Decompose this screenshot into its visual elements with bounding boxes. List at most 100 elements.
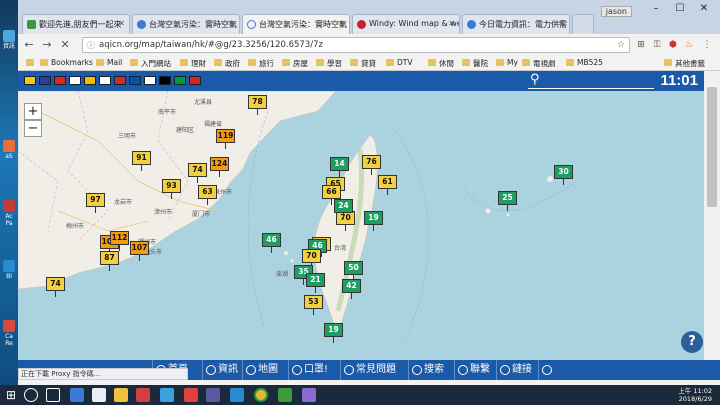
language-flag-es[interactable] <box>84 76 96 85</box>
flame-extension-icon[interactable]: ♨ <box>684 40 694 50</box>
key-icon[interactable]: ⚿ <box>652 40 662 50</box>
browser-tab[interactable]: 台灣空氣污染：實時空氣 ✕ <box>132 14 240 34</box>
browser-tab[interactable]: Windy: Wind map & we ✕ <box>352 14 460 34</box>
address-bar[interactable]: ⓘ aqicn.org/map/taiwan/hk/#@g/23.3256/12… <box>82 37 630 53</box>
close-tab-icon[interactable]: ✕ <box>338 19 345 28</box>
app-icon[interactable] <box>278 388 292 402</box>
aqi-station-marker[interactable]: 91 <box>132 151 151 171</box>
bookmark-item[interactable]: 醫院 <box>462 58 488 69</box>
bookmark-item[interactable]: Mail <box>96 58 122 67</box>
language-flag-fr[interactable] <box>129 76 141 85</box>
nav-info-button[interactable]: 資訊 <box>202 360 238 380</box>
nav-contact-button[interactable]: 聯繫 <box>454 360 490 380</box>
nav-links-button[interactable]: 鏈接 <box>496 360 532 380</box>
close-tab-icon[interactable]: ✕ <box>118 19 125 28</box>
bookmark-item[interactable]: 學習 <box>316 58 342 69</box>
bookmark-item[interactable]: 貸貸 <box>350 58 376 69</box>
bookmark-item[interactable]: DTV <box>386 58 413 67</box>
aqi-station-marker[interactable]: 70 <box>336 211 355 231</box>
language-flag-de[interactable] <box>159 76 171 85</box>
bookmark-item[interactable]: 電視劇 <box>522 58 556 69</box>
store-icon[interactable] <box>136 388 150 402</box>
language-flag-kr[interactable] <box>99 76 111 85</box>
bookmark-item[interactable]: 其他書籤 <box>664 58 705 69</box>
aqi-station-marker[interactable]: 87 <box>100 251 119 271</box>
aqi-station-marker[interactable]: 63 <box>198 185 217 205</box>
stop-loading-icon[interactable]: ✕ <box>58 38 72 52</box>
bookmark-item[interactable]: Bookmarks <box>40 58 93 67</box>
browser-tab-active[interactable]: 台灣空氣污染：實時空氣 ✕ <box>242 14 350 34</box>
desktop-icon-4[interactable]: Bl <box>1 260 17 280</box>
desktop-icon-5[interactable]: Ca Re <box>1 320 17 347</box>
nav-faq-button[interactable]: 常見問題 <box>340 360 396 380</box>
bookmark-item[interactable]: 旅行 <box>248 58 274 69</box>
cast-icon[interactable]: ⊞ <box>636 40 646 50</box>
edge-browser-icon[interactable] <box>70 388 84 402</box>
browser-tab[interactable]: 歡迎先進,朋友們一起來 ✕ <box>22 14 130 34</box>
task-view-icon[interactable] <box>46 388 60 402</box>
bookmark-item[interactable]: 入門網站 <box>130 58 171 69</box>
bookmark-item[interactable]: 政府 <box>214 58 240 69</box>
aqi-station-marker[interactable]: 97 <box>86 193 105 213</box>
aqi-station-marker[interactable]: 25 <box>498 191 517 211</box>
app-icon[interactable] <box>184 388 198 402</box>
aqi-station-marker[interactable]: 74 <box>188 163 207 183</box>
close-tab-icon[interactable]: ✕ <box>558 19 565 28</box>
language-flag-pl[interactable] <box>144 76 156 85</box>
aqi-station-marker[interactable]: 119 <box>216 129 235 149</box>
bookmark-item[interactable]: 理財 <box>180 58 206 69</box>
minimize-icon[interactable]: – <box>644 2 668 16</box>
system-tray-clock[interactable]: 上午 11:02 2018/6/29 <box>678 387 712 403</box>
bookmark-item[interactable]: 房屋 <box>282 58 308 69</box>
aqi-station-marker[interactable]: 70 <box>302 249 321 269</box>
folder-icon[interactable] <box>114 388 128 402</box>
page-scrollbar[interactable] <box>704 71 720 360</box>
maximize-icon[interactable]: ☐ <box>668 2 692 16</box>
adblock-icon[interactable]: ⬢ <box>668 40 678 50</box>
aqi-station-marker[interactable]: 19 <box>364 211 383 231</box>
aqi-station-marker[interactable]: 30 <box>554 165 573 185</box>
file-explorer-icon[interactable] <box>92 388 106 402</box>
back-arrow-icon[interactable]: ← <box>22 38 36 52</box>
desktop-icon-1[interactable]: 資訊 <box>1 30 17 50</box>
aqi-station-marker[interactable]: 76 <box>362 155 381 175</box>
scrollbar-thumb[interactable] <box>707 87 717 207</box>
aqi-station-marker[interactable]: 78 <box>248 95 267 115</box>
aqi-station-marker[interactable]: 66 <box>322 185 341 205</box>
close-window-icon[interactable]: ✕ <box>692 2 716 16</box>
search-icon[interactable] <box>24 388 38 402</box>
start-menu-icon[interactable]: ⊞ <box>4 388 18 402</box>
language-flag-vn[interactable] <box>189 76 201 85</box>
language-flag-zh[interactable] <box>54 76 66 85</box>
language-flag-br[interactable] <box>174 76 186 85</box>
help-button[interactable]: ? <box>681 331 703 353</box>
aqi-station-marker[interactable]: 124 <box>210 157 229 177</box>
profile-name[interactable]: jason <box>600 6 632 17</box>
city-search-input[interactable]: ⚲ <box>528 72 654 89</box>
aqi-station-marker[interactable]: 24 <box>334 199 353 219</box>
aqi-station-marker[interactable]: 50 <box>344 261 363 281</box>
info-icon[interactable]: ⓘ <box>87 40 95 51</box>
apps-grid-icon[interactable]: ▦ <box>26 58 35 67</box>
search-icon[interactable]: ⚲ <box>530 72 540 87</box>
desktop-icon-3[interactable]: Ac Pa <box>1 200 17 227</box>
language-flag-my[interactable] <box>24 76 36 85</box>
app-icon[interactable] <box>230 388 244 402</box>
app-icon[interactable] <box>206 388 220 402</box>
aqi-station-marker[interactable]: 53 <box>304 295 323 315</box>
aqi-map[interactable]: 尤溪县 南平市 福建省 三明市 建阳区 泉州市 漳州市 厦门市 龙岩市 梅州市 … <box>18 91 704 360</box>
language-flag-jp[interactable] <box>69 76 81 85</box>
aqi-station-marker[interactable]: 74 <box>46 277 65 297</box>
app-icon[interactable] <box>302 388 316 402</box>
zoom-out-button[interactable]: − <box>24 120 42 137</box>
aqi-station-marker[interactable]: 112 <box>110 231 129 251</box>
aqi-station-marker[interactable]: 14 <box>330 157 349 177</box>
browser-tab[interactable]: 今日電力資訊：電力供需 ✕ <box>462 14 570 34</box>
nav-mask-button[interactable]: 口罩! <box>288 360 328 380</box>
bookmark-item[interactable]: MB525 <box>566 58 603 67</box>
bookmark-item[interactable]: 休閒 <box>428 58 454 69</box>
aqi-station-marker[interactable]: 19 <box>324 323 343 343</box>
nav-search-button[interactable]: 搜索 <box>408 360 444 380</box>
menu-icon[interactable]: ⋮ <box>702 40 712 50</box>
aqi-station-marker[interactable]: 21 <box>306 273 325 293</box>
